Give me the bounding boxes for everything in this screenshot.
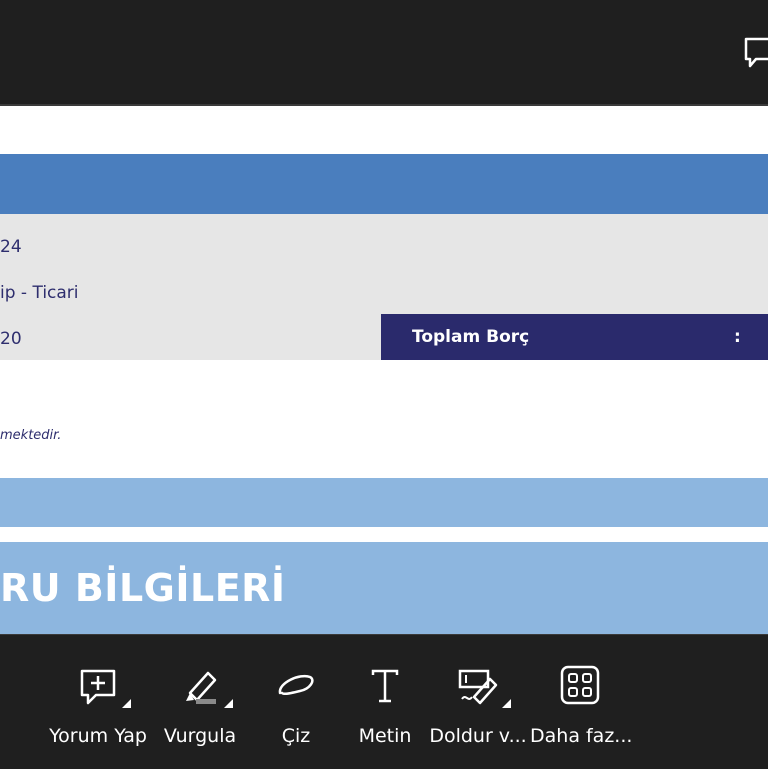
text-icon <box>371 669 399 703</box>
submenu-indicator <box>502 699 511 708</box>
total-debt-colon: : <box>734 327 741 347</box>
draw-tool-button[interactable]: Çiz <box>246 663 346 763</box>
comment-tool-label: Yorum Yap <box>49 725 147 747</box>
pdf-document-page: 24 ip - Ticari 20 Toplam Borç : mektedir… <box>0 104 768 636</box>
highlighter-icon <box>186 671 217 704</box>
section-title-band: RU BİLGİLERİ <box>0 542 768 636</box>
highlight-tool-button[interactable]: Vurgula <box>150 663 250 763</box>
document-header-band <box>0 154 768 214</box>
section-title: RU BİLGİLERİ <box>0 566 286 610</box>
footnote-text: mektedir. <box>0 428 62 443</box>
submenu-indicator <box>224 699 233 708</box>
total-debt-label: Toplam Borç <box>412 327 530 347</box>
more-tools-label: Daha faz... <box>530 725 633 747</box>
text-tool-label: Metin <box>358 725 412 747</box>
highlight-tool-label: Vurgula <box>163 725 237 747</box>
info-line-1: 24 <box>0 237 22 257</box>
draw-tool-label: Çiz <box>281 725 311 747</box>
total-debt-box: Toplam Borç : <box>381 314 768 360</box>
info-line-2: ip - Ticari <box>0 283 79 303</box>
more-grid-icon <box>560 665 600 705</box>
light-blue-band <box>0 478 768 527</box>
comment-add-icon <box>80 669 116 705</box>
more-tools-button[interactable]: Daha faz... <box>530 663 633 763</box>
comment-icon[interactable] <box>742 33 768 69</box>
text-tool-button[interactable]: Metin <box>335 663 435 763</box>
fill-sign-tool-button[interactable]: Doldur v... <box>428 663 528 763</box>
submenu-indicator <box>122 699 131 708</box>
comment-tool-button[interactable]: Yorum Yap <box>48 663 148 763</box>
fill-sign-icon <box>458 669 498 705</box>
info-line-3: 20 <box>0 329 22 349</box>
top-bar <box>0 0 768 104</box>
draw-icon <box>278 674 314 696</box>
bottom-toolbar: Yorum Yap Vurgula Çiz Metin Doldur v... … <box>0 634 768 769</box>
fill-sign-tool-label: Doldur v... <box>429 725 527 747</box>
